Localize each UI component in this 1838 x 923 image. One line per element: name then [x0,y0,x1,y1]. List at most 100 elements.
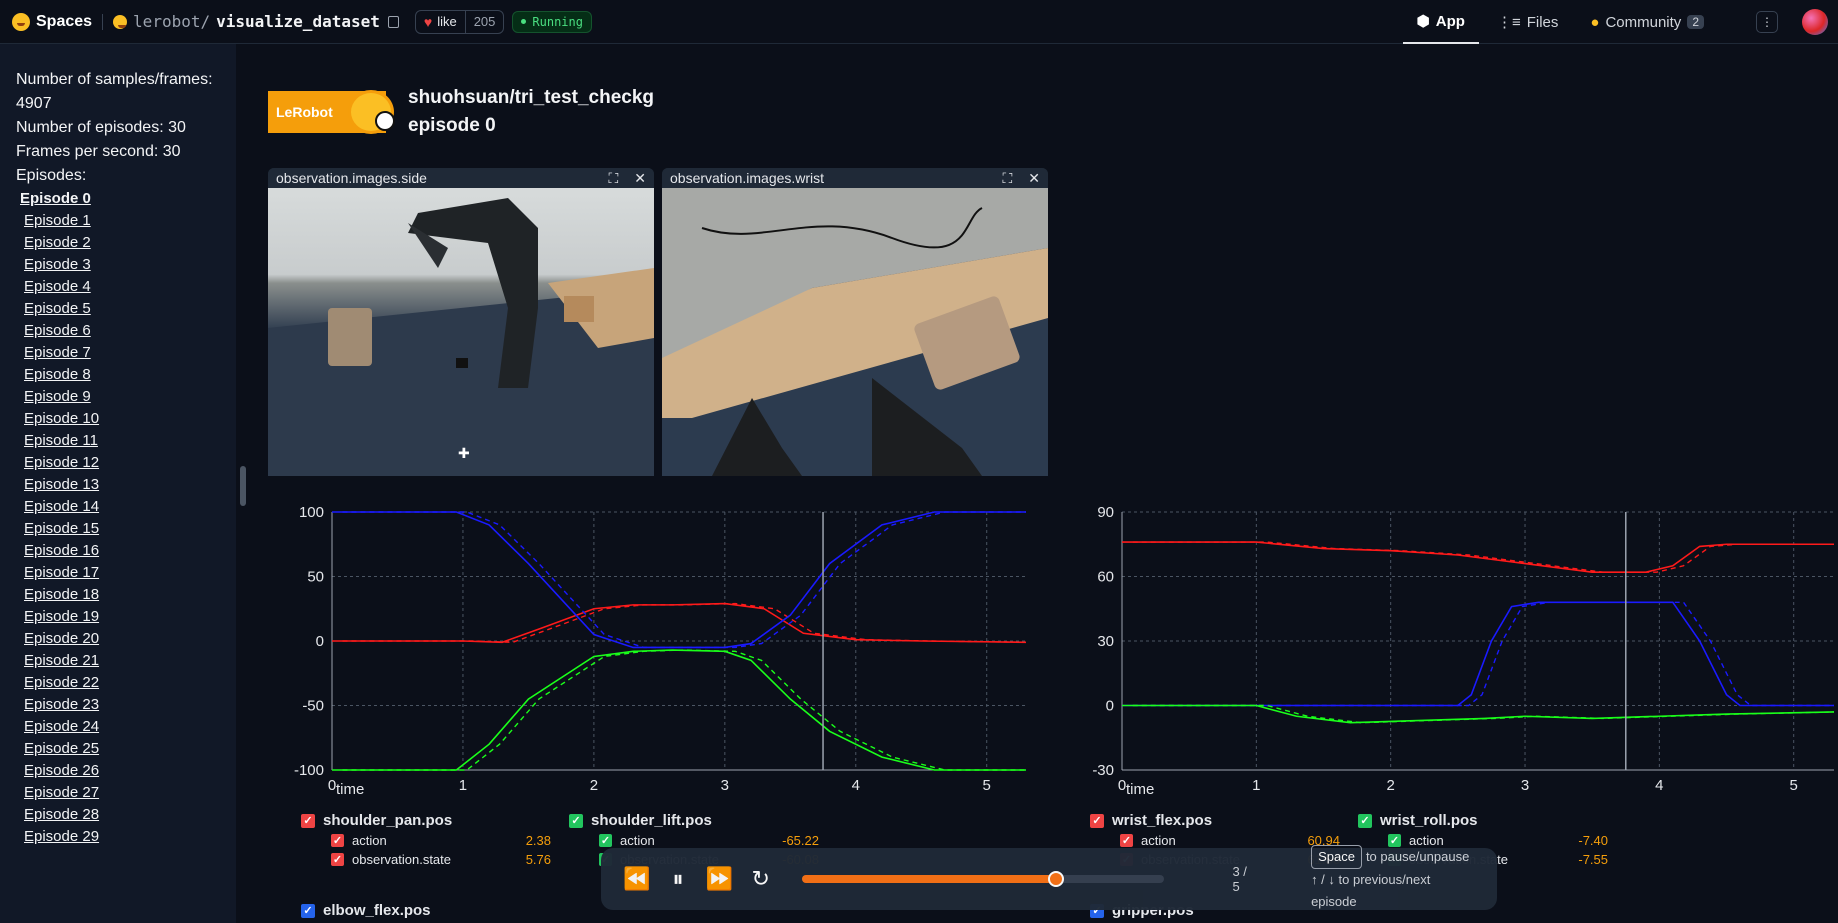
episode-link[interactable]: Episode 25 [16,738,220,760]
checkbox-icon[interactable]: ✓ [331,834,344,847]
legend-row: ✓ action 2.38 [331,833,551,848]
series-line-dashed-wrist_flex.pos [1132,541,1834,573]
space-name-link[interactable]: visualize_dataset [216,12,380,31]
legend-series-name: wrist_roll.pos [1380,812,1478,829]
episode-link[interactable]: Episode 4 [16,276,220,298]
video-side-frame[interactable]: ✚ [268,188,654,476]
episode-link[interactable]: Episode 5 [16,298,220,320]
community-count-badge: 2 [1687,15,1704,29]
samples-count: Number of samples/frames: 4907 [16,71,213,112]
series-line-shoulder_lift.pos [332,649,1026,771]
x-axis-label: time [1126,781,1154,798]
tab-files[interactable]: ⋮≡ Files [1483,0,1572,44]
copy-icon[interactable] [387,15,399,28]
legend-series-name: shoulder_lift.pos [591,812,712,829]
tab-app-label: App [1435,12,1465,30]
episode-link[interactable]: Episode 10 [16,408,220,430]
progress-fill [802,875,1056,883]
episode-link[interactable]: Episode 19 [16,606,220,628]
legend-group: ✓ elbow_flex.pos [301,902,551,919]
episode-link[interactable]: Episode 2 [16,232,220,254]
episode-link[interactable]: Episode 24 [16,716,220,738]
checkbox-icon[interactable]: ✓ [1358,813,1372,828]
episode-link[interactable]: Episode 0 [16,188,220,210]
legend-row: ✓ action 60.94 [1120,833,1340,848]
checkbox-icon[interactable]: ✓ [301,813,315,828]
frame-counter: 3 / 5 [1232,864,1247,894]
x-axis-label: time [336,781,364,798]
episode-link[interactable]: Episode 11 [16,430,220,452]
episode-link[interactable]: Episode 13 [16,474,220,496]
episode-link[interactable]: Episode 1 [16,210,220,232]
joint-position-chart-right[interactable]: 9060300-300 1 2 3 4 5time [1072,460,1838,806]
robot-arm-scene-image: ✚ [268,198,654,476]
progress-knob[interactable] [1047,871,1064,887]
more-menu-icon[interactable]: ⋮ [1756,11,1778,33]
episode-link[interactable]: Episode 7 [16,342,220,364]
episode-link[interactable]: Episode 16 [16,540,220,562]
y-tick-label: -30 [1092,762,1114,779]
episode-link[interactable]: Episode 22 [16,672,220,694]
episode-link[interactable]: Episode 15 [16,518,220,540]
dataset-title: shuohsuan/tri_test_checkg [408,87,655,108]
checkbox-icon[interactable]: ✓ [1090,813,1104,828]
video-wrist-frame[interactable] [662,188,1048,476]
checkbox-icon[interactable]: ✓ [301,903,315,918]
restart-icon[interactable]: ↻ [747,866,774,892]
joint-position-chart-left[interactable]: 100500-50-1000 1 2 3 4 5time [282,460,1030,806]
fast-forward-icon[interactable]: ⏩ [706,866,733,892]
legend-series-name: elbow_flex.pos [323,902,431,919]
sidebar-scrollbar[interactable] [240,466,246,506]
spaces-logo[interactable]: Spaces [12,12,92,31]
episode-link[interactable]: Episode 3 [16,254,220,276]
x-tick-label: 4 [852,777,860,794]
episode-link[interactable]: Episode 20 [16,628,220,650]
checkbox-icon[interactable]: ✓ [599,834,612,847]
episode-link[interactable]: Episode 27 [16,782,220,804]
playback-controls: ⏪ ⏸ ⏩ ↻ 3 / 5 Space to pause/unpause ↑ / … [601,845,1497,910]
pause-icon[interactable]: ⏸ [664,866,691,892]
owner-link[interactable]: lerobot/ [133,12,210,31]
episode-link[interactable]: Episode 14 [16,496,220,518]
y-tick-label: 0 [316,633,324,650]
cube-icon: ⬢ [1416,13,1430,30]
episode-link[interactable]: Episode 12 [16,452,220,474]
arrow-down-icon: ↓ [1328,872,1335,887]
status-dot-icon [521,19,527,24]
checkbox-icon[interactable]: ✓ [1120,834,1133,847]
logo-text: LeRobot [276,104,333,120]
checkbox-icon[interactable]: ✓ [569,813,583,828]
status-badge[interactable]: Running [512,10,592,33]
series-line-wrist_flex.pos [1122,541,1834,573]
episode-link[interactable]: Episode 29 [16,826,220,848]
fullscreen-icon[interactable]: ⛶ [1002,170,1012,187]
checkbox-icon[interactable]: ✓ [331,853,344,866]
y-tick-label: 90 [1097,504,1114,521]
y-tick-label: -100 [294,762,324,779]
episode-link[interactable]: Episode 21 [16,650,220,672]
robot-mascot-icon [348,90,395,134]
x-tick-label: 3 [1521,777,1529,794]
episode-link[interactable]: Episode 6 [16,320,220,342]
tab-app[interactable]: ⬢ App [1402,0,1479,44]
rewind-icon[interactable]: ⏪ [623,866,650,892]
episode-link[interactable]: Episode 8 [16,364,220,386]
legend-row-value: 2.38 [525,833,551,848]
like-button[interactable]: ♥ like 205 [414,9,505,34]
episode-link[interactable]: Episode 23 [16,694,220,716]
legend-group: ✓ shoulder_pan.pos ✓ action 2.38 ✓ observation… [301,812,551,867]
episode-link[interactable]: Episode 26 [16,760,220,782]
close-icon[interactable]: ✕ [1028,170,1040,187]
close-icon[interactable]: ✕ [634,170,646,187]
episode-link[interactable]: Episode 17 [16,562,220,584]
y-tick-label: 0 [1106,698,1114,715]
user-avatar[interactable] [1802,9,1828,35]
episode-link[interactable]: Episode 28 [16,804,220,826]
progress-slider[interactable] [802,871,1165,887]
fullscreen-icon[interactable]: ⛶ [608,170,618,187]
tab-community[interactable]: ● Community 2 [1576,0,1718,44]
episode-link[interactable]: Episode 9 [16,386,220,408]
episode-link[interactable]: Episode 18 [16,584,220,606]
episodes-count: Number of episodes: 30 [16,119,186,136]
divider [102,13,104,30]
